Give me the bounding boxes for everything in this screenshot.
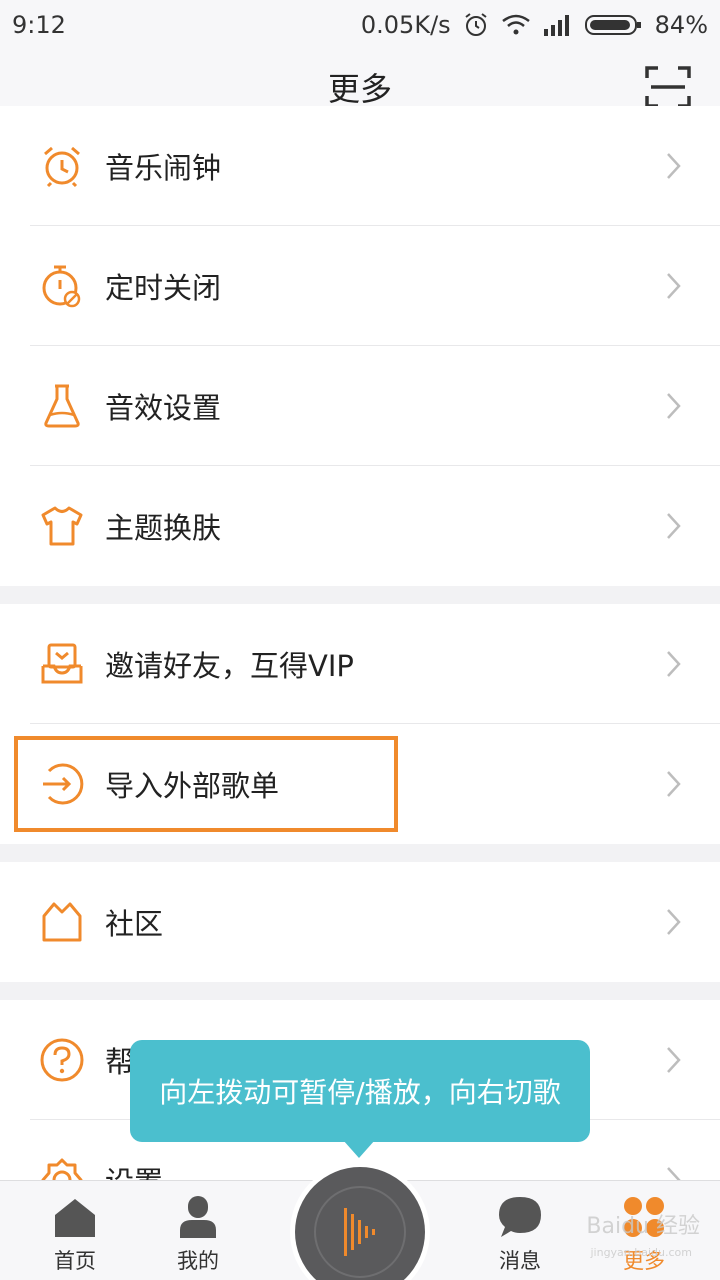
menu-item-label: 邀请好友，互得VIP xyxy=(105,649,354,683)
battery-icon xyxy=(584,13,643,37)
menu-item-label: 音效设置 xyxy=(105,391,222,425)
alarm-clock-icon xyxy=(38,142,86,190)
menu-item-label: 主题换肤 xyxy=(105,511,222,545)
nav-mine[interactable]: 我的 xyxy=(148,1181,248,1280)
signal-icon xyxy=(543,13,573,37)
menu-item-invite-friends[interactable]: 邀请好友，互得VIP xyxy=(0,604,720,724)
tooltip-text: 向左拨动可暂停/播放，向右切歌 xyxy=(159,1076,561,1109)
chevron-right-icon xyxy=(667,771,681,797)
page-title: 更多 xyxy=(327,69,392,108)
status-time: 9:12 xyxy=(12,11,66,39)
sound-wave-icon xyxy=(344,1208,375,1256)
menu-group-1: 音乐闹钟 定时关闭 音效设置 主题换肤 xyxy=(0,106,720,586)
menu-item-sleep-timer[interactable]: 定时关闭 xyxy=(0,226,720,346)
menu-item-import-playlist[interactable]: 导入外部歌单 xyxy=(0,724,720,844)
menu-item-sound-effects[interactable]: 音效设置 xyxy=(0,346,720,466)
chevron-right-icon xyxy=(667,651,681,677)
timer-off-icon xyxy=(38,262,86,310)
menu-item-label: 导入外部歌单 xyxy=(105,769,280,803)
menu-item-label: 社区 xyxy=(105,907,164,941)
help-icon xyxy=(38,1036,86,1084)
player-hint-tooltip: 向左拨动可暂停/播放，向右切歌 xyxy=(130,1040,590,1142)
community-icon xyxy=(38,898,86,946)
watermark-url: jingyan.baidu.com xyxy=(590,1246,692,1259)
scan-button[interactable] xyxy=(644,64,692,110)
nav-messages[interactable]: 消息 xyxy=(470,1181,570,1280)
scan-icon xyxy=(645,66,691,108)
menu-group-3: 社区 xyxy=(0,862,720,982)
chevron-right-icon xyxy=(667,1047,681,1073)
chevron-right-icon xyxy=(667,909,681,935)
wifi-icon xyxy=(501,13,531,37)
battery-level: 84% xyxy=(654,11,708,39)
chevron-right-icon xyxy=(667,513,681,539)
home-icon xyxy=(51,1193,99,1241)
player-disc xyxy=(295,1167,425,1280)
nav-label: 我的 xyxy=(177,1249,219,1273)
menu-group-2: 邀请好友，互得VIP 导入外部歌单 xyxy=(0,604,720,844)
tooltip-arrow xyxy=(343,1140,375,1158)
menu-item-label: 音乐闹钟 xyxy=(105,151,222,185)
nav-label: 首页 xyxy=(54,1249,96,1273)
chevron-right-icon xyxy=(667,393,681,419)
settings-icon xyxy=(38,1156,86,1180)
player-inner-ring xyxy=(314,1186,406,1278)
menu-item-community[interactable]: 社区 xyxy=(0,862,720,982)
menu-item-music-alarm[interactable]: 音乐闹钟 xyxy=(0,106,720,226)
nav-label: 消息 xyxy=(499,1249,541,1273)
chevron-right-icon xyxy=(667,153,681,179)
status-bar: 9:12 0.05K/s 84% xyxy=(0,0,720,50)
net-speed: 0.05K/s xyxy=(360,11,451,39)
user-icon xyxy=(174,1193,222,1241)
menu-item-label: 定时关闭 xyxy=(105,271,222,305)
menu-item-theme-skin[interactable]: 主题换肤 xyxy=(0,466,720,586)
alarm-status-icon xyxy=(463,12,489,38)
gift-box-icon xyxy=(38,640,86,688)
chevron-right-icon xyxy=(667,273,681,299)
nav-home[interactable]: 首页 xyxy=(25,1181,125,1280)
import-icon xyxy=(38,760,86,808)
menu-item-label: 设置 xyxy=(105,1159,163,1180)
shirt-icon xyxy=(38,502,86,550)
flask-icon xyxy=(38,382,86,430)
watermark: Baidu 经验 xyxy=(586,1214,700,1239)
status-right: 0.05K/s 84% xyxy=(361,11,708,39)
chevron-right-icon xyxy=(667,1167,681,1180)
message-icon xyxy=(496,1193,544,1241)
